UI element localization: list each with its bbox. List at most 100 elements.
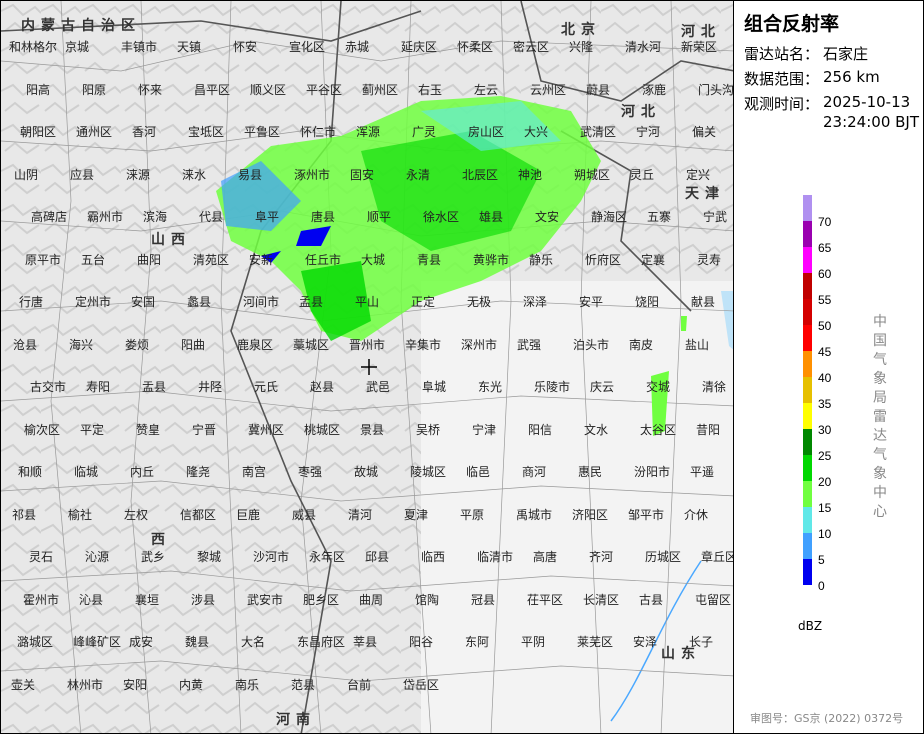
place-label: 宁武 (703, 210, 728, 224)
place-label: 信都区 (180, 507, 217, 522)
radar-map[interactable]: 内蒙古自治区 北京 河北 天津 山西 河北西山东 河南 和林格尔 京城 丰镇市 天镇 怀安 宣化区 赤城延… (0, 0, 734, 734)
place-label: 平遥 (690, 465, 715, 479)
place-label: 阳信 (528, 422, 553, 437)
place-label: 沁县 (79, 592, 104, 607)
place-label: 汾阳市 (634, 465, 671, 479)
place-label: 临城 (74, 465, 99, 479)
place-label: 盂县 (142, 380, 167, 394)
place-label: 曲阳 (137, 252, 162, 267)
place-label: 禹城市 (516, 507, 553, 522)
place-label: 巨鹿 (236, 507, 261, 522)
place-label: 天镇 (177, 40, 202, 54)
place-label: 大城 (361, 252, 386, 267)
place-label: 黎城 (197, 550, 222, 564)
place-label: 武安市 (247, 592, 284, 607)
place-label: 阳原 (82, 82, 107, 97)
station-row: 雷达站名： 石家庄 (744, 43, 868, 64)
station-value: 石家庄 (823, 45, 869, 63)
place-label: 涿州市 (294, 167, 331, 182)
place-label: 吴桥 (416, 422, 441, 437)
legend-label: 25 (818, 449, 832, 463)
place-label: 固安 (350, 167, 375, 182)
legend-label: 60 (818, 267, 832, 281)
legend-swatch (803, 455, 812, 481)
place-label: 怀柔区 (457, 40, 494, 54)
place-label: 内丘 (130, 465, 155, 479)
place-label: 阳曲 (181, 337, 206, 352)
legend-label: 10 (818, 527, 832, 541)
place-label: 行唐 (19, 295, 44, 309)
place-label: 广灵 (412, 125, 437, 139)
info-panel: 组合反射率 雷达站名： 石家庄 数据范围： 256 km 观测时间： 2025-10-… (734, 0, 924, 734)
place-label: 文水 (584, 422, 609, 437)
legend-swatch (803, 377, 812, 403)
place-label: 阜平 (255, 210, 280, 224)
place-label: 齐河 (589, 550, 614, 564)
place-label: 安阳 (123, 677, 148, 692)
place-label: 神池 (518, 167, 543, 182)
place-label: 蓟州区 (362, 82, 399, 97)
place-label: 大名 (241, 635, 266, 649)
legend-label: 65 (818, 241, 832, 255)
place-label: 太谷区 (640, 422, 677, 437)
place-label: 山阴 (14, 167, 39, 182)
place-label: 忻府区 (585, 252, 622, 267)
place-label: 安平 (579, 295, 604, 309)
place-label: 安新 (249, 252, 274, 267)
place-label: 涞源 (126, 167, 151, 182)
place-label: 平阴 (521, 635, 546, 649)
place-label: 朔城区 (574, 167, 611, 182)
place-label: 平鲁区 (244, 125, 281, 139)
legend-label: 15 (818, 501, 832, 515)
legend-swatch (803, 221, 812, 247)
place-label: 临清市 (477, 550, 514, 564)
place-label: 峰峰矿区 (73, 635, 122, 649)
place-label: 北辰区 (462, 167, 499, 182)
legend-swatch (803, 481, 812, 507)
place-label: 静乐 (529, 252, 554, 267)
place-label: 云州区 (530, 82, 567, 97)
place-label: 长子 (689, 635, 714, 649)
place-label: 通州区 (76, 125, 113, 139)
date-value: 2025-10-13 (823, 93, 911, 111)
legend-unit: dBZ (798, 619, 823, 633)
place-label: 河间市 (243, 295, 280, 309)
place-label: 平原 (460, 507, 485, 522)
place-label: 庆云 (590, 380, 615, 394)
legend-swatch (803, 195, 812, 221)
place-label: 盐山 (685, 337, 710, 352)
place-label: 定兴 (686, 167, 711, 182)
place-label: 香河 (132, 125, 157, 139)
place-label: 介休 (684, 507, 709, 522)
legend-label: 20 (818, 475, 832, 489)
place-label: 门头沟区 (698, 82, 734, 97)
place-label: 永清 (406, 167, 431, 182)
place-label: 莱芜区 (577, 635, 614, 649)
place-label: 浑源 (356, 125, 381, 139)
legend-label: 0 (818, 579, 825, 593)
place-label: 泊头市 (573, 337, 610, 352)
place-label: 房山区 (468, 125, 505, 139)
place-label: 无极 (467, 295, 492, 309)
legend-swatch (803, 507, 812, 533)
province-label: 山西 (151, 232, 191, 248)
place-label: 宣化区 (289, 40, 326, 54)
legend-label: 45 (818, 345, 832, 359)
legend-label: 55 (818, 293, 832, 307)
place-label: 徐水区 (423, 210, 460, 224)
place-label: 临西 (421, 550, 446, 564)
place-label: 饶阳 (635, 295, 660, 309)
place-label: 五寨 (647, 210, 672, 224)
place-label: 文安 (535, 210, 560, 224)
place-label: 武邑 (366, 380, 391, 394)
place-label: 清河 (348, 507, 373, 522)
legend-swatch (803, 559, 812, 585)
place-label: 阜城 (422, 380, 447, 394)
product-title: 组合反射率 (744, 13, 840, 35)
place-label: 隆尧 (186, 465, 211, 479)
legend-swatch (803, 299, 812, 325)
place-label: 夏津 (404, 507, 429, 522)
place-label: 武强 (517, 337, 542, 352)
place-label: 晋州市 (349, 337, 386, 352)
place-label: 威县 (292, 507, 317, 522)
